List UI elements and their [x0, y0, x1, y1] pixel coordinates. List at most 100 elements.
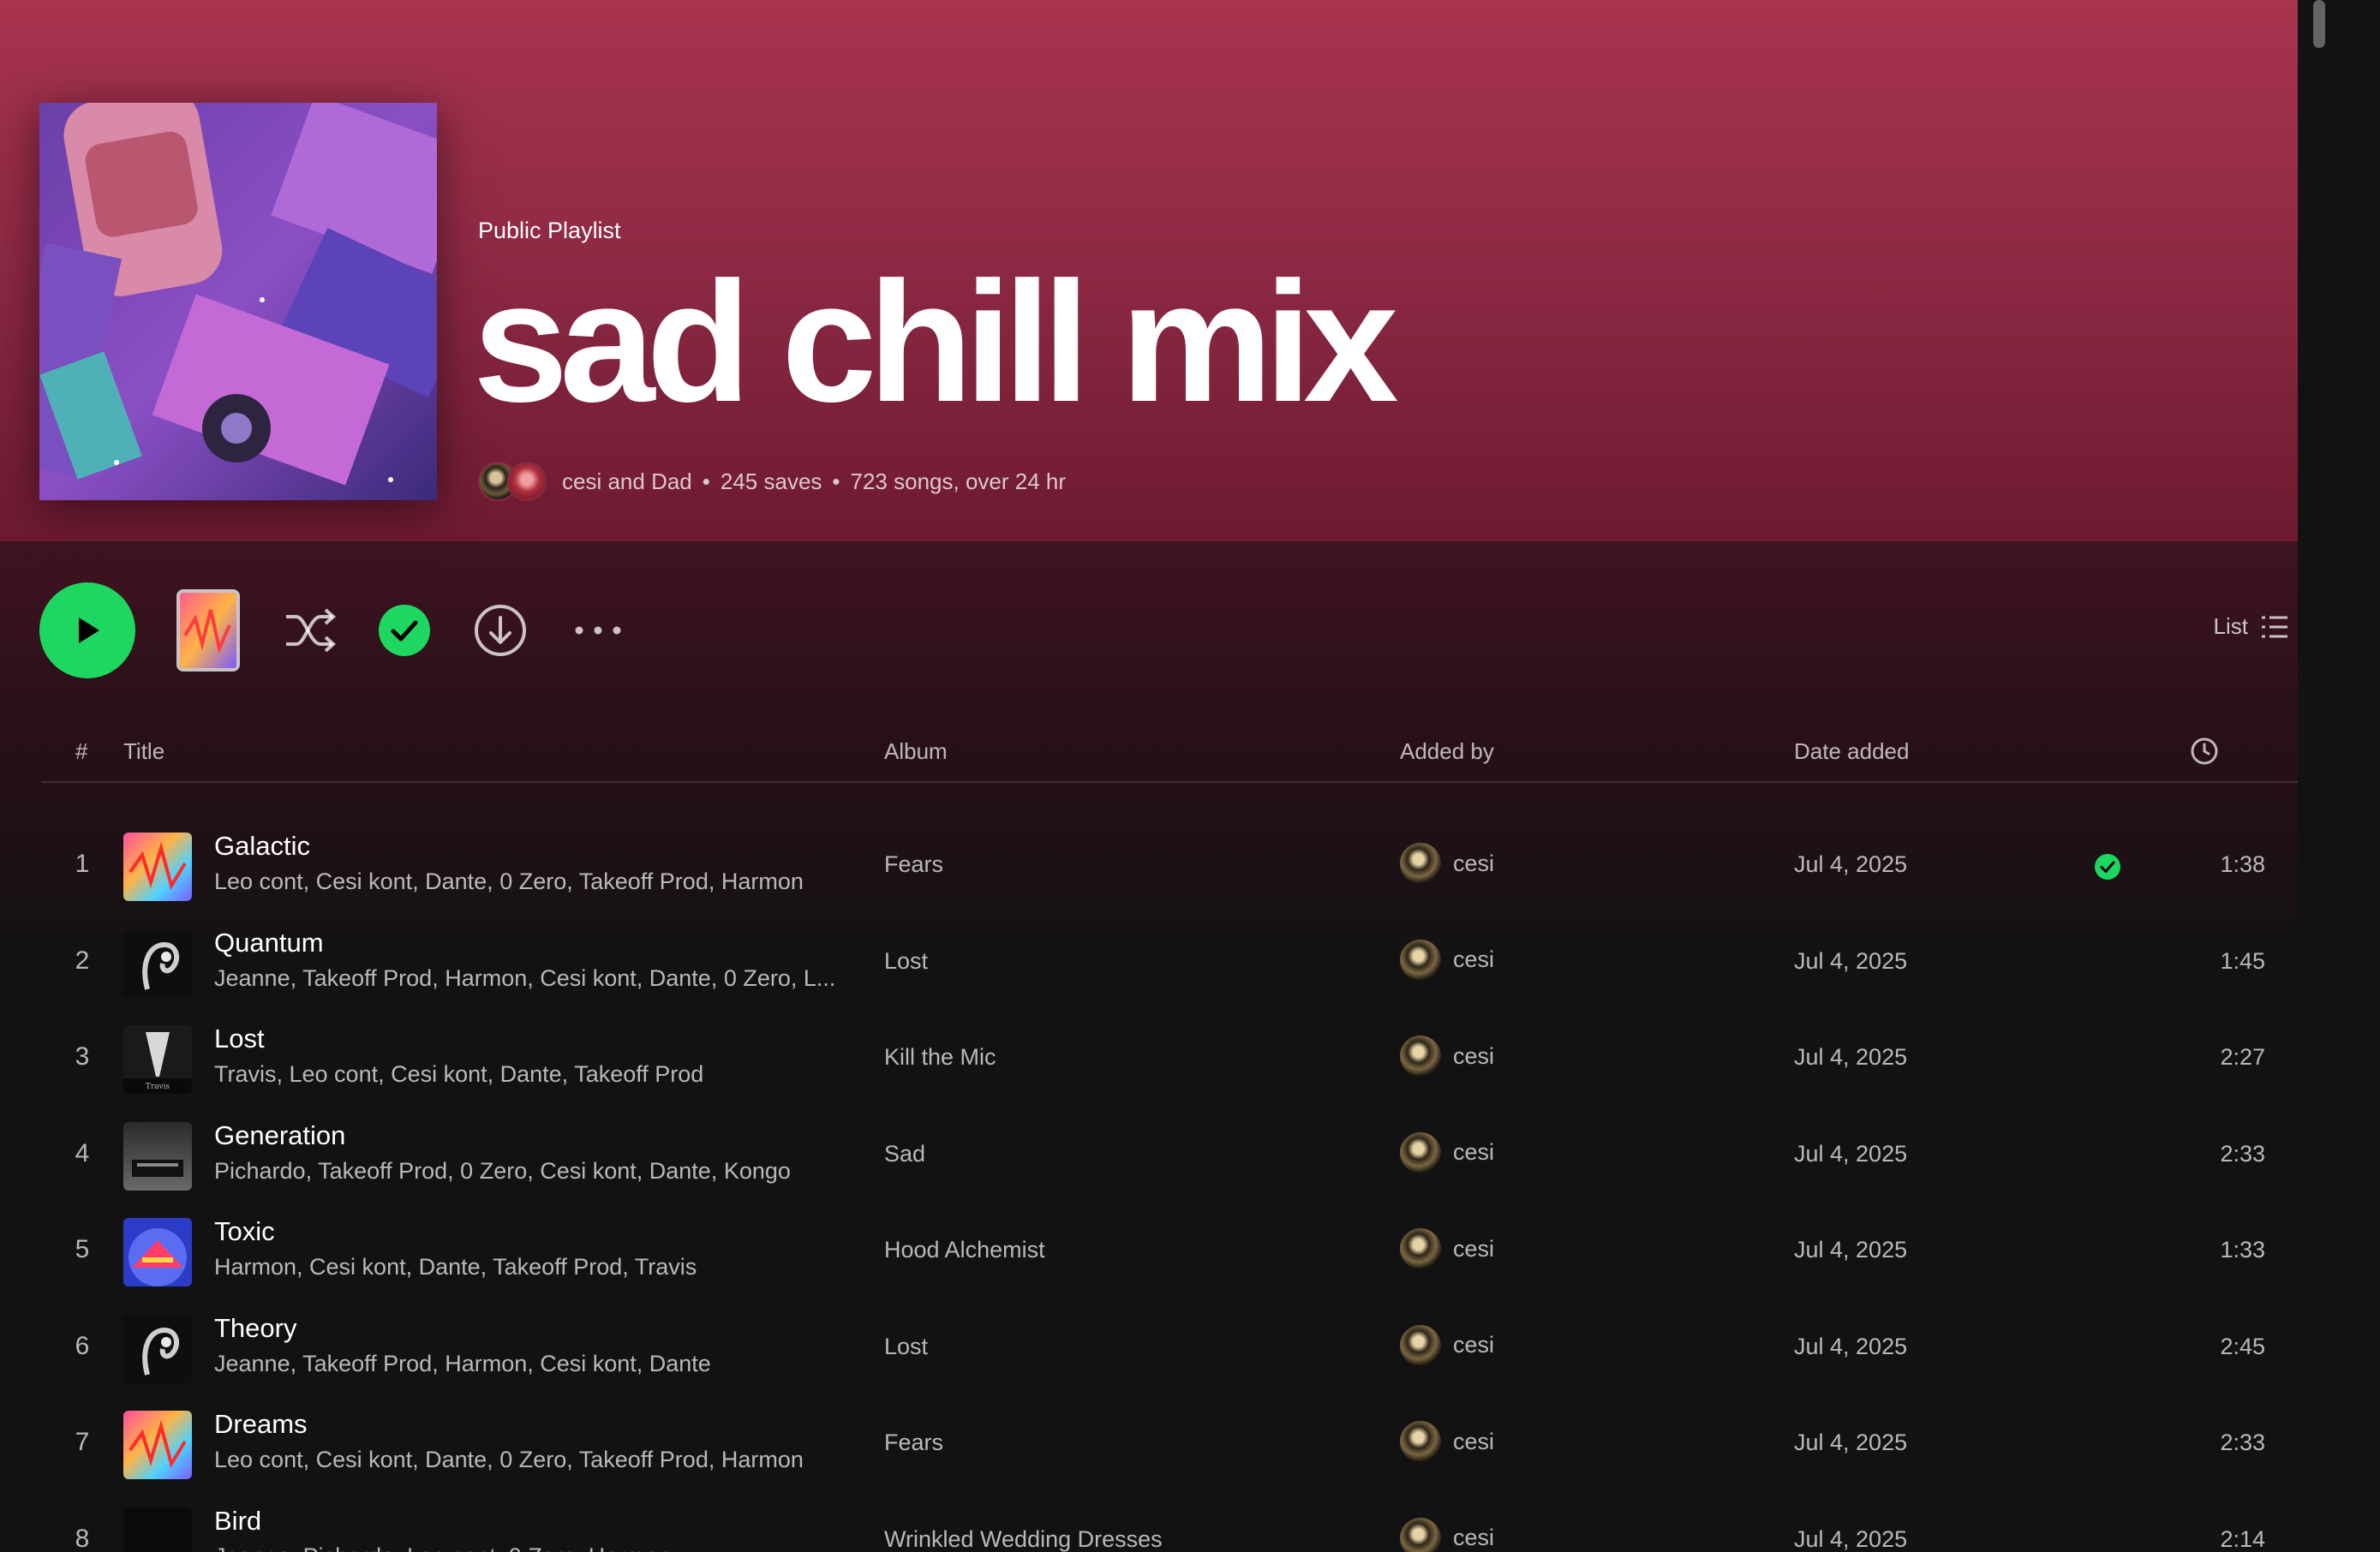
track-number: 4	[75, 1138, 90, 1167]
track-row[interactable]: 3 Travis Lost Travis, Leo cont, Cesi kont, …	[41, 1012, 2299, 1107]
track-title[interactable]: Generation	[214, 1120, 345, 1151]
track-title[interactable]: Bird	[214, 1506, 261, 1537]
meta-separator: •	[702, 468, 710, 494]
track-date-added: Jul 4, 2025	[1794, 851, 1908, 877]
track-album-art[interactable]	[123, 1411, 192, 1479]
user-avatar	[1400, 1517, 1441, 1552]
track-title[interactable]: Dreams	[214, 1409, 308, 1440]
track-artists[interactable]: Jeanne, Pichardo, Leo cont, 0 Zero, Harm…	[214, 1543, 671, 1552]
track-artists[interactable]: Pichardo, Takeoff Prod, 0 Zero, Cesi kon…	[214, 1158, 791, 1185]
track-duration: 2:45	[2220, 1333, 2265, 1359]
track-album[interactable]: Wrinkled Wedding Dresses	[884, 1526, 1163, 1552]
saved-to-library-button[interactable]	[377, 603, 432, 658]
playlist-page: Public Playlist sad chill mix cesi and D…	[0, 0, 2339, 1552]
track-row[interactable]: 8 Bird Jeanne, Pichardo, Leo cont, 0 Zero,…	[41, 1494, 2299, 1552]
track-saved-indicator[interactable]	[2094, 853, 2121, 885]
added-by-name: cesi	[1453, 1525, 1495, 1550]
track-artists[interactable]: Leo cont, Cesi kont, Dante, 0 Zero, Take…	[214, 869, 804, 895]
track-added-by[interactable]: cesi	[1400, 939, 1494, 981]
track-number: 8	[75, 1524, 90, 1552]
track-album[interactable]: Lost	[884, 948, 928, 975]
track-title[interactable]: Theory	[214, 1313, 296, 1344]
user-avatar	[1400, 1421, 1441, 1462]
track-title[interactable]: Quantum	[214, 928, 324, 958]
track-album[interactable]: Sad	[884, 1141, 925, 1167]
shuffle-icon	[286, 608, 337, 653]
track-title[interactable]: Lost	[214, 1024, 265, 1054]
track-duration: 2:33	[2220, 1140, 2265, 1167]
track-artists[interactable]: Jeanne, Takeoff Prod, Harmon, Cesi kont,…	[214, 965, 835, 992]
track-album[interactable]: Hood Alchemist	[884, 1237, 1045, 1263]
user-avatar	[1400, 939, 1441, 981]
shuffle-button[interactable]	[279, 600, 341, 661]
track-added-by[interactable]: cesi	[1400, 843, 1494, 884]
playlist-songs-info: 723 songs, over 24 hr	[850, 468, 1067, 494]
track-album[interactable]: Fears	[884, 1430, 943, 1456]
track-row[interactable]: 4 Generation Pichardo, Takeoff Prod, 0 Zer…	[41, 1108, 2299, 1204]
added-by-name: cesi	[1453, 1139, 1495, 1165]
track-added-by[interactable]: cesi	[1400, 1228, 1494, 1269]
scrollbar-thumb[interactable]	[2313, 0, 2325, 48]
playlist-cover-art[interactable]	[39, 103, 437, 500]
track-title[interactable]: Galactic	[214, 831, 310, 862]
track-date-added: Jul 4, 2025	[1794, 1525, 1908, 1552]
column-title[interactable]: Title	[123, 738, 164, 765]
download-button[interactable]	[473, 603, 528, 658]
owner-avatar[interactable]	[507, 462, 547, 501]
track-album-art[interactable]: Travis	[123, 1025, 192, 1094]
playlist-saves: 245 saves	[720, 468, 822, 494]
track-added-by[interactable]: cesi	[1400, 1036, 1494, 1077]
track-album-art[interactable]	[123, 1314, 192, 1383]
column-album[interactable]: Album	[884, 738, 948, 765]
user-avatar	[1400, 1036, 1441, 1077]
track-number: 3	[75, 1042, 90, 1071]
meta-separator: •	[832, 468, 840, 494]
track-added-by[interactable]: cesi	[1400, 1324, 1495, 1366]
user-avatar	[1400, 1324, 1441, 1366]
list-view-icon	[2262, 616, 2287, 637]
added-by-name: cesi	[1453, 1428, 1495, 1454]
clock-icon[interactable]	[2190, 737, 2219, 766]
added-by-name: cesi	[1453, 1042, 1495, 1069]
playlist-owners[interactable]: cesi and Dad	[562, 469, 692, 495]
track-row[interactable]: 1 Galactic Leo cont, Cesi kont, Dante, 0 Z…	[41, 819, 2299, 915]
scrollbar[interactable]	[2298, 0, 2339, 1552]
track-album-art[interactable]	[123, 1507, 192, 1552]
track-album-art[interactable]	[123, 1121, 192, 1191]
column-number: #	[75, 738, 88, 764]
track-row[interactable]: 2 Quantum Jeanne, Takeoff Prod, Harmon, Ce…	[41, 916, 2299, 1012]
preview-thumbnail[interactable]	[176, 589, 240, 672]
track-number: 2	[75, 946, 90, 975]
more-options-button[interactable]	[569, 610, 627, 651]
play-icon	[79, 618, 99, 643]
play-button[interactable]	[39, 582, 135, 678]
track-title[interactable]: Toxic	[214, 1216, 275, 1247]
track-artists[interactable]: Harmon, Cesi kont, Dante, Takeoff Prod, …	[214, 1254, 697, 1280]
track-album-art[interactable]	[123, 1218, 192, 1286]
track-row[interactable]: 7 Dreams Leo cont, Cesi kont, Dante, 0 Zer…	[41, 1397, 2299, 1493]
view-mode-toggle[interactable]: List	[2214, 613, 2287, 640]
track-number: 5	[75, 1235, 90, 1263]
track-row[interactable]: 5 Toxic Harmon, Cesi kont, Dante, Takeoff …	[41, 1204, 2299, 1300]
saved-check-icon	[2095, 854, 2120, 880]
column-date-added[interactable]: Date added	[1794, 738, 1909, 765]
added-by-name: cesi	[1453, 1332, 1495, 1358]
track-artists[interactable]: Leo cont, Cesi kont, Dante, 0 Zero, Take…	[214, 1447, 804, 1473]
track-artists[interactable]: Travis, Leo cont, Cesi kont, Dante, Take…	[214, 1061, 703, 1088]
track-album-art[interactable]	[123, 833, 192, 901]
track-added-by[interactable]: cesi	[1400, 1421, 1494, 1462]
track-album-art[interactable]	[123, 928, 192, 998]
track-number: 1	[75, 850, 90, 878]
track-album[interactable]: Fears	[884, 851, 943, 878]
track-duration: 2:27	[2220, 1044, 2265, 1070]
track-album[interactable]: Kill the Mic	[884, 1044, 996, 1071]
track-row[interactable]: 6 Theory Jeanne, Takeoff Prod, Harmon, Ces…	[41, 1301, 2299, 1397]
playlist-title[interactable]: sad chill mix	[473, 257, 1398, 428]
column-added-by[interactable]: Added by	[1400, 738, 1494, 765]
track-artists[interactable]: Jeanne, Takeoff Prod, Harmon, Cesi kont,…	[214, 1351, 711, 1377]
track-date-added: Jul 4, 2025	[1794, 1333, 1908, 1359]
added-by-name: cesi	[1453, 850, 1495, 876]
track-album[interactable]: Lost	[884, 1334, 928, 1360]
track-added-by[interactable]: cesi	[1400, 1131, 1495, 1173]
track-added-by[interactable]: cesi	[1400, 1517, 1495, 1552]
